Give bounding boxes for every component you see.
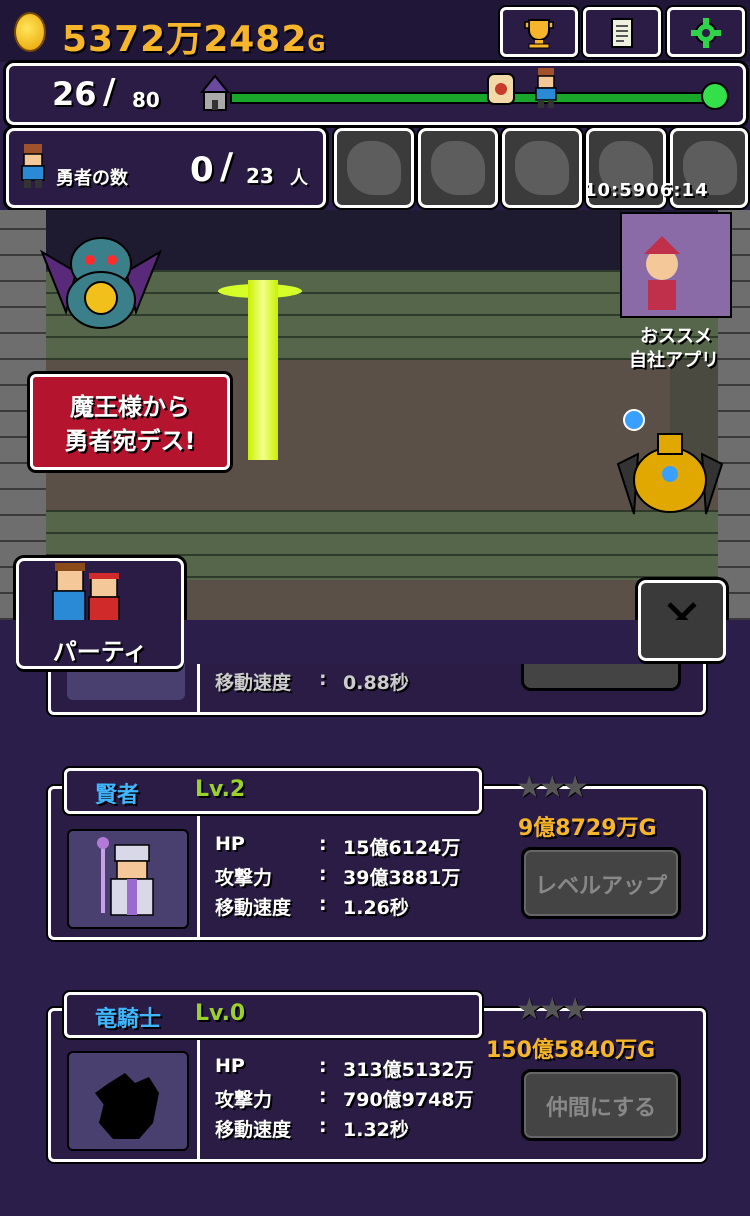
unit-level: Lv.2: [195, 777, 246, 802]
stat-value: 790億9748万: [343, 1089, 474, 1111]
promo-app-thumbnail[interactable]: [620, 212, 732, 318]
hero-count-label: 勇者の数: [56, 168, 128, 189]
dragon-silhouette-icon: [431, 141, 485, 195]
star-rating: ★★★: [516, 770, 589, 805]
stat-colon: :: [319, 1085, 327, 1107]
gear-icon: [691, 18, 721, 48]
promo-label-line-2: 自社アプリ: [629, 350, 719, 371]
stat-label: HP: [215, 833, 245, 855]
magic-lamp-icon[interactable]: [614, 404, 726, 524]
hero-count-max: 23: [246, 164, 274, 188]
document-icon: [611, 18, 633, 48]
hero-progress-icon: [535, 68, 557, 108]
castle-icon: [199, 74, 231, 111]
hero-count-unit: 人: [290, 168, 308, 189]
message-notification-button[interactable]: 魔王様から 勇者宛デス!: [30, 374, 230, 470]
progress-goal-dot: [701, 82, 729, 110]
star-rating: ★★★: [516, 992, 589, 1027]
sage-name-tag: 賢者 Lv.2: [64, 768, 482, 814]
partial-stat-colon: :: [319, 668, 327, 690]
stat-label: 攻撃力: [215, 867, 273, 889]
close-button-bottom[interactable]: [638, 620, 726, 661]
trophy-icon: [524, 19, 554, 49]
dragon-knight-portrait: [67, 1051, 189, 1151]
stat-value: 1.26秒: [343, 897, 409, 919]
stage-current: 26: [52, 75, 97, 113]
stat-label: 移動速度: [215, 897, 292, 919]
stat-value: 1.32秒: [343, 1119, 409, 1141]
knight-silhouette-icon: [347, 141, 401, 195]
hero-count-current: 0: [190, 150, 214, 190]
banner-line-1: 魔王様から: [70, 393, 190, 421]
progress-track: [230, 92, 718, 104]
hero-count-slash: /: [220, 146, 234, 187]
boss-slot-serpent[interactable]: [502, 128, 582, 208]
partial-unit-card: 移動速度 : 0.88秒: [48, 664, 706, 715]
stat-value: 39億3881万: [343, 867, 461, 889]
coin-icon: [14, 12, 46, 52]
stat-label: 移動速度: [215, 1119, 292, 1141]
level-up-label: レベルアップ: [534, 874, 667, 899]
partial-stat-value: 0.88秒: [343, 672, 409, 694]
hero-icon: [21, 144, 45, 188]
trophy-button[interactable]: [500, 7, 578, 57]
recruit-button[interactable]: 仲間にする: [521, 1069, 681, 1141]
magic-beam: [248, 280, 278, 460]
stat-value: 15億6124万: [343, 837, 461, 859]
stat-colon: :: [319, 893, 327, 915]
sage-icon: [97, 837, 154, 916]
serpent-silhouette-icon: [515, 141, 569, 195]
timer-readout: 10:5906:14: [584, 180, 709, 201]
gold-counter: 5372万2482G: [62, 10, 326, 62]
party-label-overlay: パーティ: [52, 638, 148, 666]
stage-slash: /: [103, 72, 116, 112]
gold-amount: 5372万2482: [62, 19, 308, 60]
unit-level: Lv.0: [195, 1001, 246, 1026]
upgrade-cost: 9億8729万G: [518, 816, 657, 841]
stage-max: 80: [132, 88, 160, 112]
boss-slot-dragon[interactable]: [418, 128, 498, 208]
stat-label: 攻撃力: [215, 1089, 273, 1111]
settings-button[interactable]: [667, 7, 745, 57]
recruit-label: 仲間にする: [545, 1096, 657, 1121]
partial-stat-label: 移動速度: [215, 672, 292, 694]
stat-label: HP: [215, 1055, 245, 1077]
locked-silhouette-icon: [95, 1073, 159, 1139]
sage-portrait: [67, 829, 189, 929]
unit-name: 竜騎士: [95, 1007, 162, 1032]
level-up-button[interactable]: レベルアップ: [521, 847, 681, 919]
stat-colon: :: [319, 863, 327, 885]
stat-colon: :: [319, 1055, 327, 1077]
banner-line-2: 勇者宛デス!: [64, 427, 196, 455]
unit-name: 賢者: [95, 783, 140, 808]
recruit-cost: 150億5840万G: [486, 1038, 656, 1063]
document-button[interactable]: [583, 7, 661, 57]
boss-slot-knight[interactable]: [334, 128, 414, 208]
letter-icon: [487, 73, 515, 105]
promo-label-line-1: おススメ: [640, 326, 712, 347]
stat-colon: :: [319, 1115, 327, 1137]
stat-colon: :: [319, 833, 327, 855]
promo-character-icon: [622, 214, 730, 316]
hero-count-panel: [6, 128, 326, 208]
stat-value: 313億5132万: [343, 1059, 474, 1081]
demon-lord-icon: [39, 237, 163, 329]
dragon-knight-name-tag: 竜騎士 Lv.0: [64, 992, 482, 1038]
gold-unit: G: [307, 32, 327, 57]
